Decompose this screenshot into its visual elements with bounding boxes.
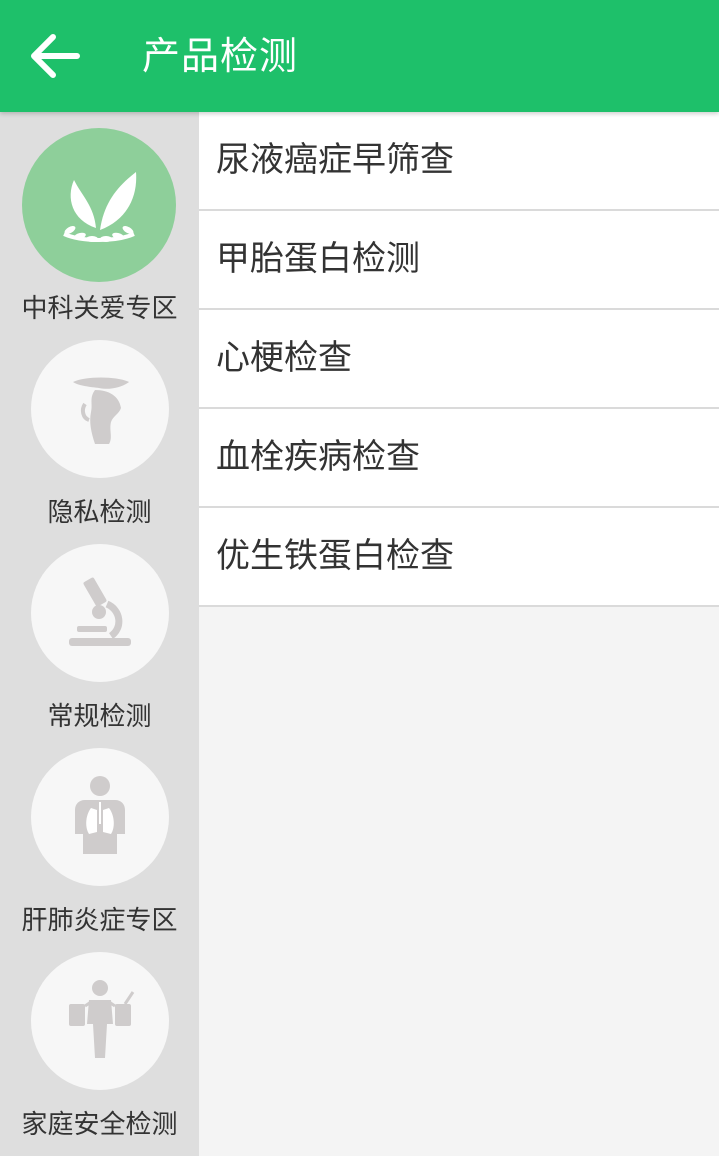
product-label: 心梗检查: [216, 338, 352, 378]
family-person-icon: [69, 980, 135, 1058]
category-icon-circle: [31, 952, 169, 1090]
category-label: 常规检测: [47, 702, 152, 732]
product-item-mi-test[interactable]: 心梗检查: [199, 310, 719, 409]
category-icon-circle: [31, 340, 169, 478]
back-button[interactable]: [22, 24, 86, 88]
product-label: 尿液癌症早筛查: [216, 140, 454, 180]
private-body-icon: [73, 377, 129, 444]
product-item-thrombosis-test[interactable]: 血栓疾病检查: [199, 409, 719, 508]
category-label: 家庭安全检测: [21, 1110, 178, 1140]
category-label: 中科关爱专区: [21, 294, 178, 324]
lungs-body-icon: [75, 776, 125, 854]
product-item-afp-test[interactable]: 甲胎蛋白检测: [199, 211, 719, 310]
category-label: 隐私检测: [47, 498, 152, 528]
leaf-emblem-icon: [63, 172, 137, 242]
arrow-left-icon: [31, 34, 80, 78]
category-item-zhongke-care[interactable]: 中科关爱专区: [0, 112, 199, 324]
app-bar: 产品检测: [0, 0, 719, 112]
page-title: 产品检测: [142, 34, 299, 78]
category-item-liver-lung[interactable]: 肝肺炎症专区: [0, 732, 199, 936]
category-item-home-safety[interactable]: 家庭安全检测: [0, 936, 199, 1140]
category-icon-circle: [31, 748, 169, 886]
category-item-routine[interactable]: 常规检测: [0, 528, 199, 732]
category-sidebar: 中科关爱专区 隐私检测 常规检测 肝肺炎症专区 家庭安全检测: [0, 112, 199, 1156]
category-label: 肝肺炎症专区: [21, 906, 178, 936]
product-item-urine-cancer-screening[interactable]: 尿液癌症早筛查: [199, 112, 719, 211]
category-item-privacy[interactable]: 隐私检测: [0, 324, 199, 528]
product-label: 甲胎蛋白检测: [216, 239, 420, 279]
product-item-ferritin-test[interactable]: 优生铁蛋白检查: [199, 508, 719, 607]
category-icon-circle: [22, 128, 176, 282]
category-icon-circle: [31, 544, 169, 682]
product-label: 优生铁蛋白检查: [216, 536, 454, 576]
microscope-icon: [69, 577, 131, 646]
product-label: 血栓疾病检查: [216, 437, 420, 477]
product-list: 尿液癌症早筛查 甲胎蛋白检测 心梗检查 血栓疾病检查 优生铁蛋白检查: [199, 112, 719, 1156]
